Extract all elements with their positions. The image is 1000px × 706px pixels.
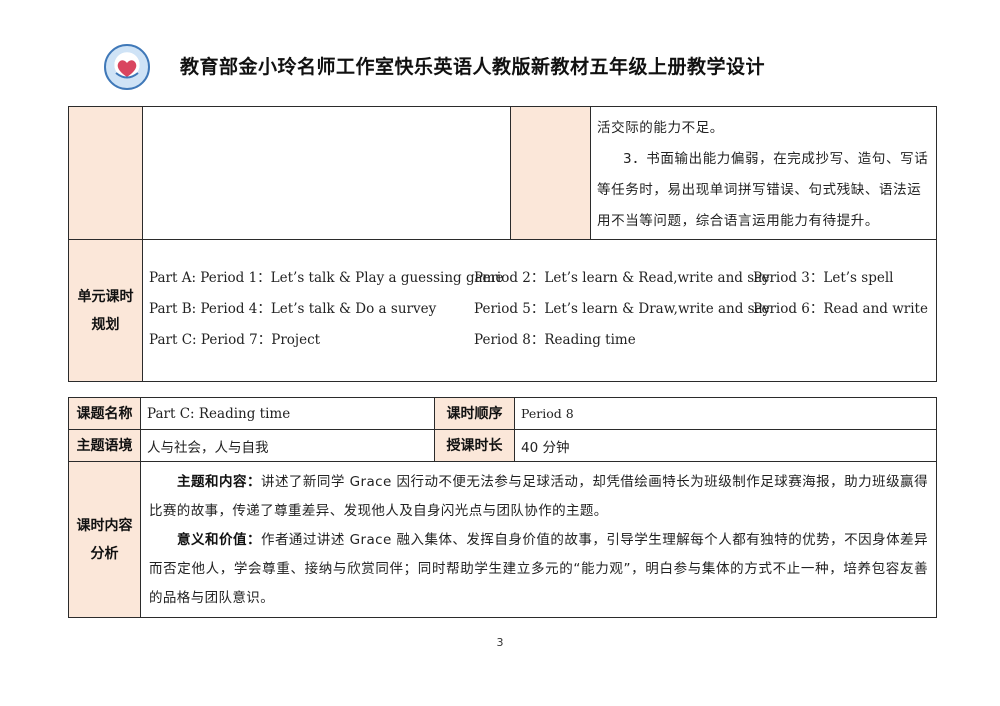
analysis-header: 课时内容 分析 [68,461,141,618]
period-item: Period 2：Let’s learn & Read,write and sa… [474,270,770,286]
empty-content-cell [142,106,511,240]
plan-row-part-a: Part A: Period 1：Let’s talk & Play a gue… [149,266,930,297]
empty-header-cell [68,106,143,240]
analysis-paragraph: 意义和价值：作者通过讲述 Grace 融入集体、发挥自身价值的故事，引导学生理解… [149,526,928,613]
continuation-line: 3．书面输出能力偏弱，在完成抄写、造句、写话 [623,151,929,167]
header-line: 单元课时 [77,288,134,305]
paragraph-lead: 意义和价值： [177,532,261,548]
context-label: 主题语境 [68,429,141,462]
plan-row-part-c: Part C: Period 7：Project Period 8：Readin… [149,328,930,359]
continuation-line: 活交际的能力不足。 [597,120,724,136]
order-value: Period 8 [514,397,937,430]
header-line: 课时内容 [76,517,133,534]
unit-plan-content: Part A: Period 1：Let’s talk & Play a gue… [142,239,937,382]
continuation-line: 等任务时，易出现单词拼写错误、句式残缺、语法运 [597,182,922,198]
paragraph-text: 作者通过讲述 Grace 融入集体、发挥自身价值的故事，引导学生理解每个人都有独… [149,532,928,606]
document-title: 教育部金小玲名师工作室快乐英语人教版新教材五年级上册教学设计 [180,56,766,78]
empty-subheader-cell [510,106,591,240]
header-line: 分析 [90,545,119,562]
context-row: 主题语境 人与社会，人与自我 授课时长 40 分钟 [68,429,937,462]
studio-logo [104,44,150,90]
plan-row-part-b: Part B: Period 4：Let’s talk & Do a surve… [149,297,930,328]
unit-info-table: 活交际的能力不足。 3．书面输出能力偏弱，在完成抄写、造句、写话 等任务时，易出… [68,106,937,382]
continuation-row: 活交际的能力不足。 3．书面输出能力偏弱，在完成抄写、造句、写话 等任务时，易出… [68,106,937,240]
topic-label: 课题名称 [68,397,141,430]
lesson-info-table: 课题名称 Part C: Reading time 课时顺序 Period 8 … [68,397,937,618]
period-item: Part C: Period 7：Project [149,332,321,348]
period-item: Period 6：Read and write [753,301,928,317]
paragraph-lead: 主题和内容： [177,474,261,490]
period-item: Period 3：Let’s spell [753,270,894,286]
heart-logo-icon [115,60,139,79]
unit-plan-header: 单元课时 规划 [68,239,143,382]
continuation-text-cell: 活交际的能力不足。 3．书面输出能力偏弱，在完成抄写、造句、写话 等任务时，易出… [590,106,937,240]
analysis-content: 主题和内容：讲述了新同学 Grace 因行动不便无法参与足球活动，却凭借绘画特长… [140,461,937,618]
context-value: 人与社会，人与自我 [140,429,435,462]
analysis-paragraph: 主题和内容：讲述了新同学 Grace 因行动不便无法参与足球活动，却凭借绘画特长… [149,468,928,526]
page-number: 3 [496,636,504,649]
topic-row: 课题名称 Part C: Reading time 课时顺序 Period 8 [68,397,937,430]
period-item: Period 5：Let’s learn & Draw,write and sa… [474,301,771,317]
analysis-row: 课时内容 分析 主题和内容：讲述了新同学 Grace 因行动不便无法参与足球活动… [68,461,937,618]
paragraph-text: 讲述了新同学 Grace 因行动不便无法参与足球活动，却凭借绘画特长为班级制作足… [149,474,928,519]
duration-value: 40 分钟 [514,429,937,462]
order-label: 课时顺序 [434,397,515,430]
period-item: Period 8：Reading time [474,332,636,348]
header-line: 规划 [91,316,120,333]
period-item: Part A: Period 1：Let’s talk & Play a gue… [149,270,504,286]
unit-plan-row: 单元课时 规划 Part A: Period 1：Let’s talk & Pl… [68,239,937,382]
topic-value: Part C: Reading time [140,397,435,430]
duration-label: 授课时长 [434,429,515,462]
period-item: Part B: Period 4：Let’s talk & Do a surve… [149,301,437,317]
continuation-line: 用不当等问题，综合语言运用能力有待提升。 [597,213,879,229]
